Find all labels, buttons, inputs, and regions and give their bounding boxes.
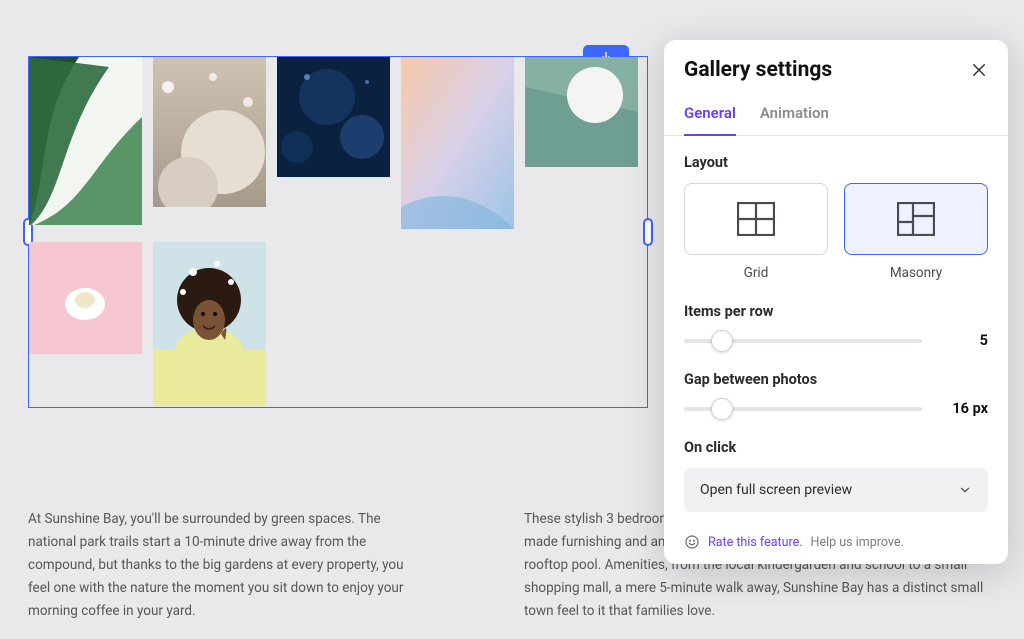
gallery-tile[interactable]	[401, 57, 514, 229]
slider-thumb[interactable]	[711, 330, 733, 352]
items-per-row-value: 5	[940, 332, 988, 349]
gallery-tile[interactable]	[29, 242, 142, 354]
body-text-left: At Sunshine Bay, you'll be surrounded by…	[28, 508, 418, 623]
gap-value: 16 px	[940, 400, 988, 417]
masonry-icon	[897, 202, 935, 236]
chevron-down-icon	[958, 483, 972, 497]
layout-option-grid[interactable]: Grid	[684, 183, 828, 281]
gap-slider[interactable]	[684, 407, 922, 411]
onclick-select[interactable]: Open full screen preview	[684, 468, 988, 512]
onclick-label: On click	[684, 439, 988, 456]
close-icon	[970, 61, 988, 79]
gap-label: Gap between photos	[684, 371, 988, 388]
close-button[interactable]	[970, 61, 988, 79]
gallery-tiles	[29, 57, 647, 407]
layout-option-label: Masonry	[844, 265, 988, 281]
grid-icon	[737, 202, 775, 236]
items-per-row-label: Items per row	[684, 303, 988, 320]
tab-general[interactable]: General	[684, 94, 736, 136]
smile-icon	[684, 534, 700, 550]
tab-animation[interactable]: Animation	[760, 94, 829, 135]
gallery-selection[interactable]	[28, 56, 648, 408]
layout-option-label: Grid	[684, 265, 828, 281]
panel-title: Gallery settings	[684, 58, 832, 82]
slider-thumb[interactable]	[711, 398, 733, 420]
rate-feature-link[interactable]: Rate this feature.	[708, 535, 803, 550]
gallery-tile[interactable]	[153, 57, 266, 207]
items-per-row-slider[interactable]	[684, 339, 922, 343]
gallery-settings-panel: Gallery settings General Animation Layou…	[664, 40, 1008, 564]
settings-tabs: General Animation	[664, 94, 1008, 136]
rate-help-text: Help us improve.	[811, 535, 904, 550]
gallery-tile[interactable]	[525, 57, 638, 167]
onclick-value: Open full screen preview	[700, 482, 852, 498]
gallery-tile[interactable]	[277, 57, 390, 177]
layout-label: Layout	[684, 154, 988, 171]
layout-option-masonry[interactable]: Masonry	[844, 183, 988, 281]
gallery-tile[interactable]	[29, 57, 142, 225]
gallery-tile[interactable]	[153, 242, 266, 406]
